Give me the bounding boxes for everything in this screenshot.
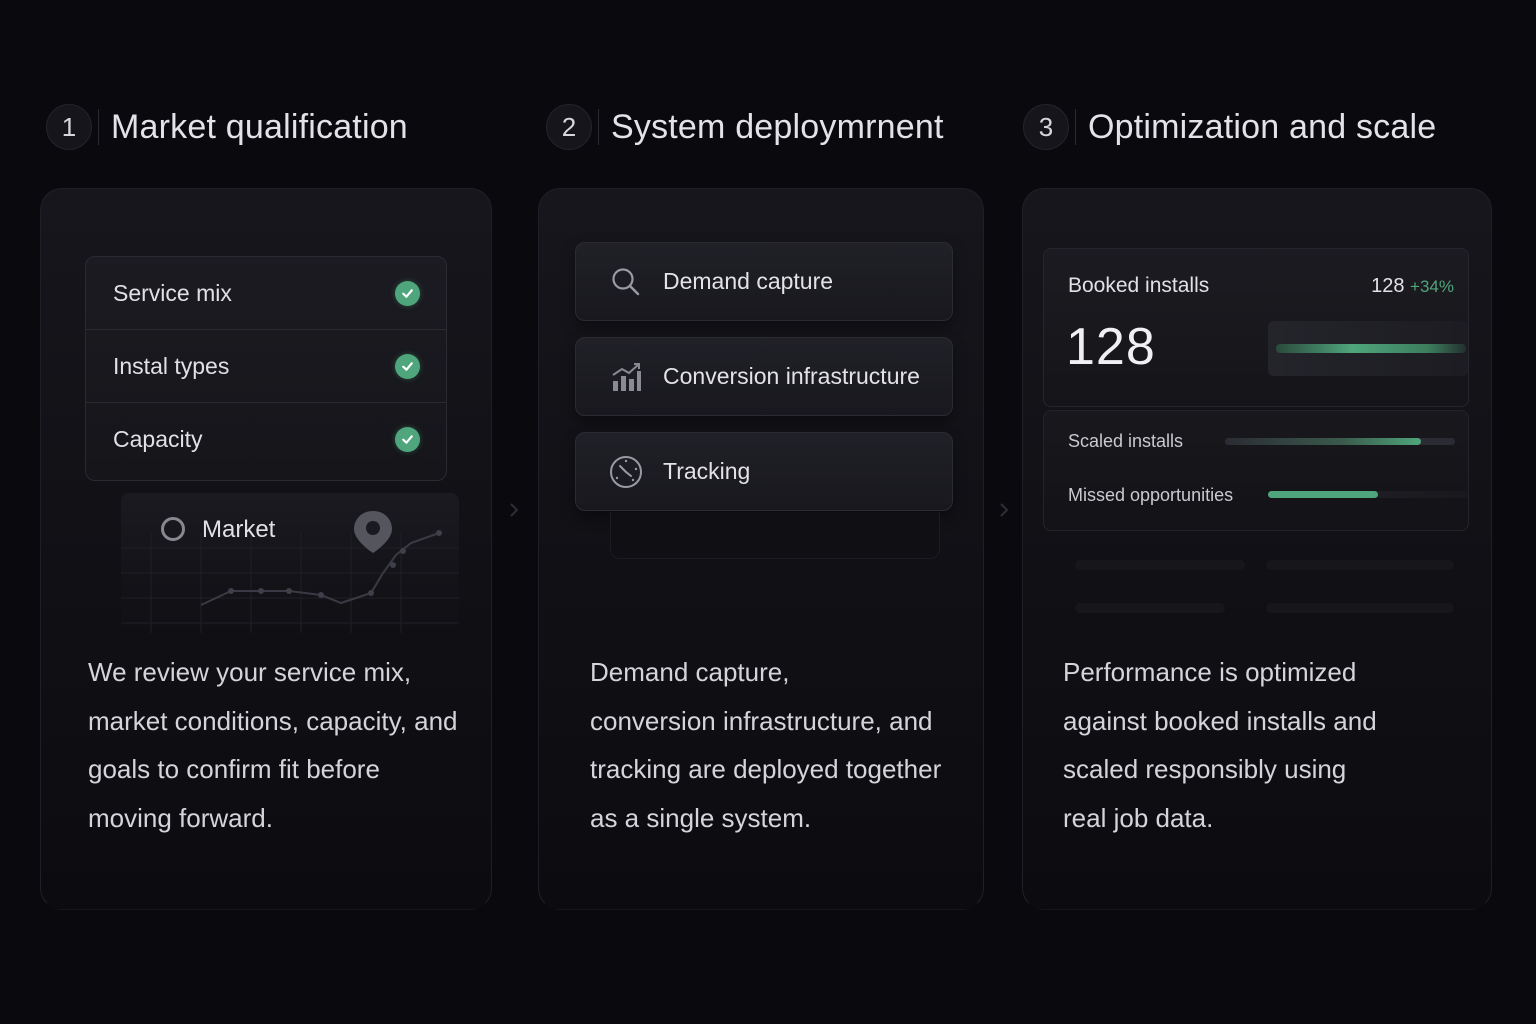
sparkline-fill (1276, 344, 1466, 353)
deploy-item-label: Demand capture (663, 268, 834, 294)
check-icon (395, 280, 420, 306)
step-header-2: 2 System deploymrnent (546, 104, 944, 150)
missed-opportunities-bar (1268, 491, 1468, 498)
bar-fill (1225, 438, 1421, 445)
description-line: conversion infrastructure, and (590, 705, 933, 736)
description-line: as a single system. (590, 802, 812, 833)
step-number: 3 (1023, 104, 1069, 150)
ghost-row (1075, 560, 1245, 570)
bar-label: Scaled installs (1068, 431, 1184, 451)
radio-icon[interactable] (161, 517, 185, 541)
market-label: Market (202, 516, 276, 543)
description-line: market conditions, capacity, and (88, 705, 458, 736)
search-icon (609, 265, 643, 299)
ghost-row (1266, 560, 1454, 570)
booked-installs-panel: Booked installs 128 +34% 128 (1043, 248, 1469, 407)
scaled-installs-bar (1225, 438, 1455, 445)
description-line: scaled responsibly using (1063, 754, 1347, 784)
step-number: 2 (546, 104, 592, 150)
description-line: real job data. (1063, 802, 1214, 833)
step-header-3: 3 Optimization and scale (1023, 104, 1436, 150)
deploy-item-demand-capture[interactable]: Demand capture (575, 242, 953, 321)
metric-delta: +34% (1410, 277, 1454, 296)
step-description-3: Performance is optimized against booked … (1063, 648, 1377, 842)
deploy-item-conversion-infrastructure[interactable]: Conversion infrastructure (575, 337, 953, 416)
checklist-item[interactable]: Capacity (86, 403, 446, 476)
check-icon (395, 427, 420, 452)
checklist-item[interactable]: Instal types (86, 330, 446, 403)
description-line: against booked installs and (1063, 705, 1377, 736)
metric-big-value: 128 (1066, 318, 1156, 376)
chevron-right-icon (510, 503, 519, 517)
ghost-row (1266, 603, 1454, 613)
metric-sparkline (1268, 321, 1468, 376)
description-line: goals to confirm fit before (88, 754, 380, 784)
step-description-2: Demand capture, conversion infrastructur… (590, 648, 941, 842)
checklist-item[interactable]: Service mix (86, 257, 446, 330)
deploy-item-label: Tracking (663, 458, 751, 484)
description-line: Demand capture, (590, 657, 790, 687)
bar-chart-icon (609, 360, 643, 394)
metric-summary: 128 +34% (1371, 275, 1454, 298)
step-header-1: 1 Market qualification (46, 104, 408, 150)
step-title: Optimization and scale (1088, 107, 1437, 146)
step-title: System deploymrnent (611, 107, 944, 146)
step-divider (98, 109, 99, 145)
market-map-graphic (121, 511, 459, 633)
metric-small-value: 128 (1371, 275, 1405, 297)
step-number: 1 (46, 104, 92, 150)
step-title: Market qualification (111, 107, 408, 146)
step-divider (1075, 109, 1076, 145)
description-line: moving forward. (88, 802, 273, 833)
step-description-1: We review your service mix, market condi… (88, 648, 457, 842)
checklist-label: Capacity (113, 426, 203, 452)
description-line: We review your service mix, (88, 657, 412, 687)
qualification-checklist: Service mix Instal types Capacity (85, 256, 447, 481)
step-divider (598, 109, 599, 145)
bar-fill (1268, 491, 1378, 498)
ghost-item (610, 512, 940, 559)
scale-panel: Scaled installs Missed opportunities (1043, 410, 1469, 531)
description-line: tracking are deployed together (590, 754, 942, 784)
metric-title: Booked installs (1068, 274, 1210, 297)
check-icon (395, 353, 420, 379)
deploy-item-label: Conversion infrastructure (663, 363, 920, 389)
checklist-label: Service mix (113, 279, 232, 306)
bar-label: Missed opportunities (1068, 485, 1234, 505)
chevron-right-icon (1000, 503, 1009, 517)
checklist-label: Instal types (113, 352, 230, 379)
deploy-item-tracking[interactable]: Tracking (575, 432, 953, 511)
description-line: Performance is optimized (1063, 657, 1357, 687)
clock-icon (609, 455, 643, 489)
market-panel: Market (121, 493, 459, 633)
ghost-row (1075, 603, 1225, 613)
